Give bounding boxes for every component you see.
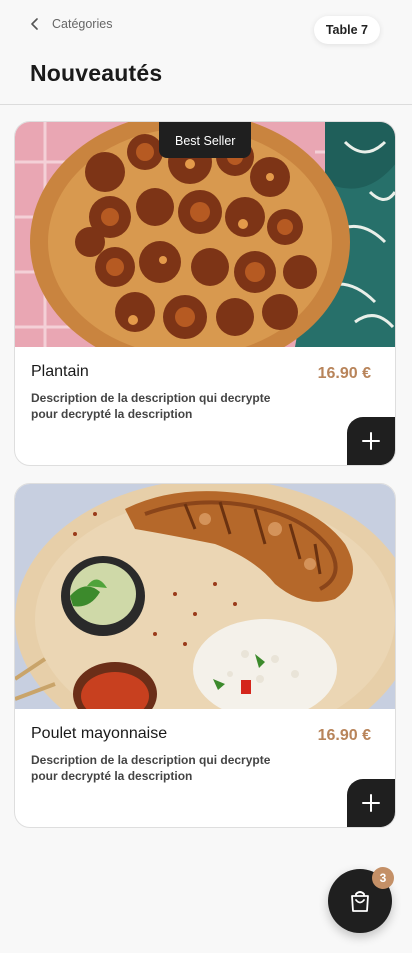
item-name: Plantain [31, 363, 89, 380]
plus-icon [362, 794, 380, 812]
header-divider [0, 104, 412, 105]
menu-item-card[interactable]: Poulet mayonnaise 16.90 € Description de… [14, 483, 396, 828]
item-name: Poulet mayonnaise [31, 725, 168, 742]
item-price: 16.90 € [317, 727, 371, 744]
menu-item-card[interactable]: Best Seller Plantain 16.90 € Description… [14, 121, 396, 466]
add-to-cart-button[interactable] [347, 779, 395, 827]
shopping-bag-icon [351, 891, 369, 912]
chevron-left-icon [31, 18, 38, 30]
item-description: Description de la description qui decryp… [31, 753, 271, 783]
back-to-categories-link[interactable]: Catégories [30, 14, 112, 34]
item-description: Description de la description qui decryp… [31, 391, 271, 421]
page-title: Nouveautés [30, 60, 163, 86]
item-price: 16.90 € [317, 365, 371, 382]
plus-icon [362, 432, 380, 450]
table-number-badge: Table 7 [313, 16, 380, 44]
grilled-chicken-rice-photo [15, 484, 395, 709]
add-to-cart-button[interactable] [347, 417, 395, 465]
cart-count-badge: 3 [372, 867, 394, 889]
back-label: Catégories [52, 17, 113, 31]
best-seller-badge: Best Seller [159, 122, 252, 158]
top-bar: Catégories Table 7 [0, 0, 412, 52]
